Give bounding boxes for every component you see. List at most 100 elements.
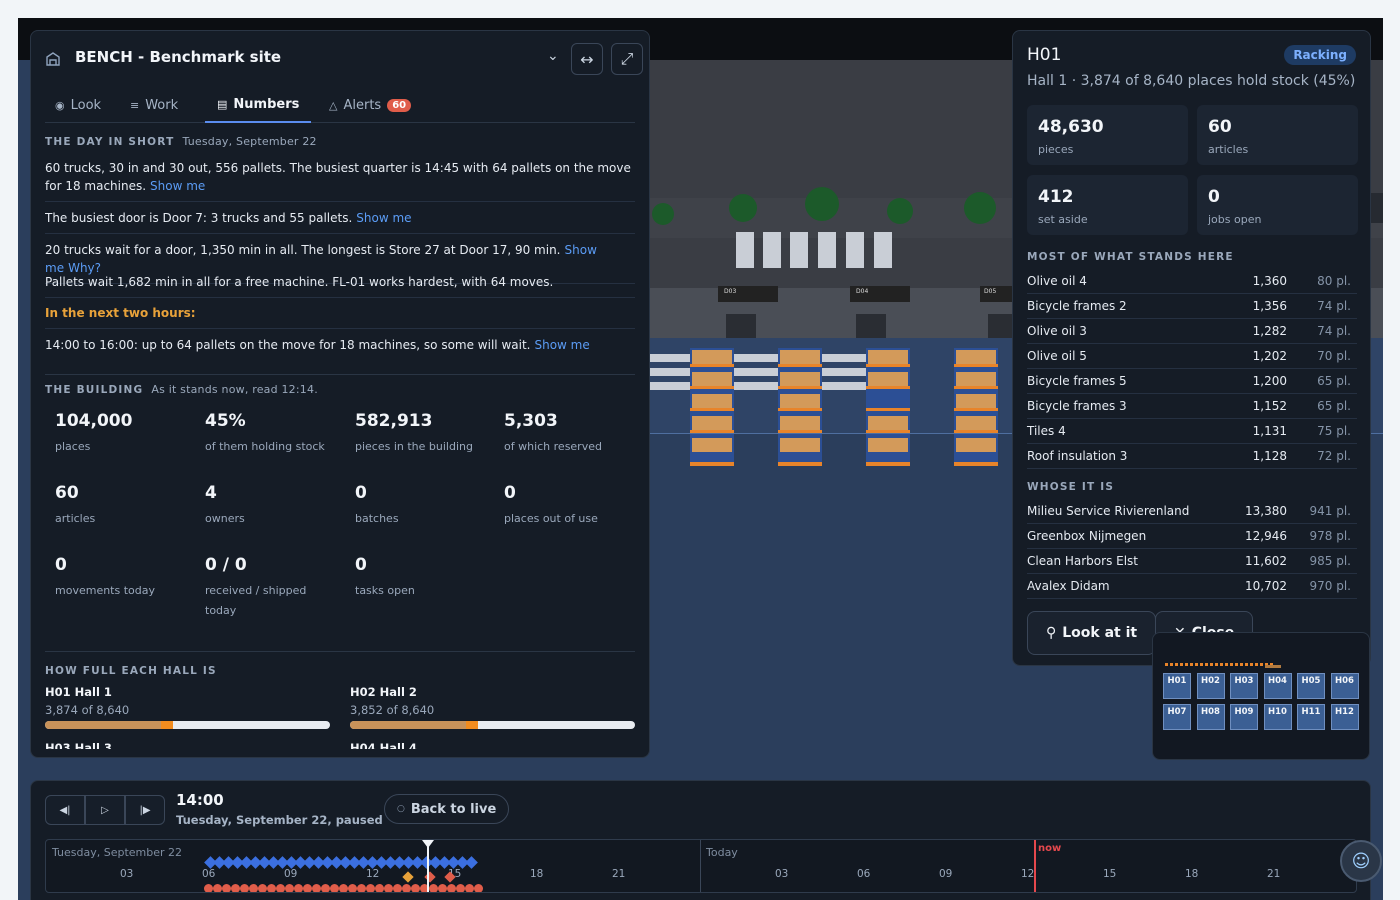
- minimap-hall-h06[interactable]: H06: [1330, 673, 1359, 699]
- tab-label: Work: [145, 97, 179, 113]
- alert-marker[interactable]: [447, 884, 456, 892]
- hall-fill-h02[interactable]: H02 Hall 2 3,852 of 8,640: [350, 685, 635, 729]
- minimap-hall-h07[interactable]: H07: [1163, 704, 1191, 730]
- alert-marker[interactable]: [357, 884, 366, 892]
- alert-marker[interactable]: [222, 884, 231, 892]
- alert-marker[interactable]: [366, 884, 375, 892]
- hall-fill-h01[interactable]: H01 Hall 1 3,874 of 8,640: [45, 685, 330, 729]
- expand-button[interactable]: ⤢: [611, 43, 643, 75]
- article-row[interactable]: Roof insulation 3 1,128 72 pl.: [1027, 444, 1357, 469]
- alert-marker[interactable]: [339, 884, 348, 892]
- hall-fill-h04[interactable]: H04 Hall 4: [350, 741, 635, 749]
- owner-row[interactable]: Avalex Didam 10,702 970 pl.: [1027, 574, 1357, 599]
- show-me-link[interactable]: Show me: [356, 211, 411, 225]
- look-at-it-button[interactable]: ⚲ Look at it: [1027, 611, 1157, 655]
- expand-icon: ⤢: [620, 49, 634, 68]
- tab-label: Numbers: [233, 96, 300, 112]
- inbound-truck-marker[interactable]: [465, 856, 478, 869]
- row-quantity: 1,356: [1252, 299, 1287, 313]
- alert-marker[interactable]: [231, 884, 240, 892]
- owner-row[interactable]: Milieu Service Rivierenland 13,380 941 pl.: [1027, 499, 1357, 524]
- article-row[interactable]: Bicycle frames 3 1,152 65 pl.: [1027, 394, 1357, 419]
- alert-marker[interactable]: [393, 884, 402, 892]
- alert-marker[interactable]: [258, 884, 267, 892]
- timeline-tick-label: 09: [284, 868, 298, 880]
- owner-row[interactable]: Greenbox Nijmegen 12,946 978 pl.: [1027, 524, 1357, 549]
- play-button[interactable]: ▷: [85, 795, 125, 825]
- alert-marker[interactable]: [330, 884, 339, 892]
- alert-marker[interactable]: [348, 884, 357, 892]
- most-heading: MOST OF WHAT STANDS HERE: [1027, 251, 1234, 263]
- minimap-hall-h02[interactable]: H02: [1196, 673, 1225, 699]
- owner-row[interactable]: Clean Harbors Elst 11,602 985 pl.: [1027, 549, 1357, 574]
- article-row[interactable]: Tiles 4 1,131 75 pl.: [1027, 419, 1357, 444]
- alert-marker[interactable]: [465, 884, 474, 892]
- skip-forward-button[interactable]: |▶: [125, 795, 165, 825]
- tab-numbers[interactable]: ▤ Numbers: [205, 87, 312, 123]
- stat-owners: 4 owners: [205, 483, 245, 525]
- assistant-bot-button[interactable]: ☺: [1340, 840, 1382, 882]
- hall-fill-h03[interactable]: H03 Hall 3: [45, 741, 330, 749]
- playhead-handle[interactable]: [422, 840, 434, 848]
- tab-alerts[interactable]: △ Alerts 60: [329, 87, 412, 123]
- alert-marker[interactable]: [375, 884, 384, 892]
- alert-marker[interactable]: [294, 884, 303, 892]
- article-row[interactable]: Olive oil 5 1,202 70 pl.: [1027, 344, 1357, 369]
- alert-marker[interactable]: [402, 884, 411, 892]
- article-row[interactable]: Bicycle frames 2 1,356 74 pl.: [1027, 294, 1357, 319]
- alert-marker[interactable]: [312, 884, 321, 892]
- article-row[interactable]: Olive oil 4 1,360 80 pl.: [1027, 269, 1357, 294]
- card-articles: 60 articles: [1197, 105, 1358, 165]
- row-name: Roof insulation 3: [1027, 449, 1128, 463]
- alert-marker[interactable]: [249, 884, 258, 892]
- panel-header: BENCH - Benchmark site ⌄ ↔ ⤢: [31, 31, 649, 87]
- alert-marker[interactable]: [276, 884, 285, 892]
- minimap-hall-h10[interactable]: H10: [1263, 704, 1292, 730]
- show-me-link[interactable]: Show me: [534, 338, 589, 352]
- skip-back-button[interactable]: ◀|: [45, 795, 85, 825]
- article-row[interactable]: Olive oil 3 1,282 74 pl.: [1027, 319, 1357, 344]
- hall-fill-bar: [350, 721, 635, 729]
- show-me-link[interactable]: Show me: [150, 179, 205, 193]
- minimap-hall-h03[interactable]: H03: [1230, 673, 1258, 699]
- article-row[interactable]: Bicycle frames 5 1,200 65 pl.: [1027, 369, 1357, 394]
- alert-marker[interactable]: [240, 884, 249, 892]
- alert-marker[interactable]: [267, 884, 276, 892]
- day-line: Pallets wait 1,682 min in all for a free…: [45, 273, 635, 298]
- tab-work[interactable]: ≡ Work: [130, 87, 178, 123]
- stat-tasks: 0 tasks open: [355, 555, 415, 597]
- minimap-dock-strip: [1165, 663, 1275, 666]
- swap-side-button[interactable]: ↔: [571, 43, 603, 75]
- event-marker[interactable]: [402, 871, 414, 883]
- alert-marker[interactable]: [456, 884, 465, 892]
- minimap-hall-h11[interactable]: H11: [1297, 704, 1325, 730]
- alert-marker[interactable]: [438, 884, 447, 892]
- row-name: Clean Harbors Elst: [1027, 554, 1139, 568]
- alert-marker[interactable]: [303, 884, 312, 892]
- alert-marker[interactable]: [213, 884, 222, 892]
- hall-detail-panel: H01 Racking Hall 1 · 3,874 of 8,640 plac…: [1012, 30, 1371, 666]
- site-dropdown-chevron-icon[interactable]: ⌄: [547, 48, 559, 64]
- alert-marker[interactable]: [321, 884, 330, 892]
- minimap-hall-h09[interactable]: H09: [1230, 704, 1258, 730]
- tab-look[interactable]: ◉ Look: [55, 87, 101, 123]
- minimap-hall-h01[interactable]: H01: [1163, 673, 1191, 699]
- alert-marker[interactable]: [285, 884, 294, 892]
- row-quantity: 1,282: [1252, 324, 1287, 338]
- row-quantity: 10,702: [1245, 579, 1287, 593]
- timeline-track[interactable]: Tuesday, September 22 Today 03 06 09 12 15 18…: [45, 839, 1357, 893]
- alert-marker[interactable]: [429, 884, 438, 892]
- minimap-hall-h12[interactable]: H12: [1330, 704, 1359, 730]
- alert-marker[interactable]: [204, 884, 213, 892]
- alert-marker[interactable]: [411, 884, 420, 892]
- app-window: D03 D04 D05 BENCH - Benchmark site ⌄ ↔ ⤢…: [18, 18, 1383, 900]
- back-to-live-button[interactable]: ○ Back to live: [384, 794, 510, 824]
- alert-marker[interactable]: [474, 884, 483, 892]
- minimap-hall-h08[interactable]: H08: [1196, 704, 1225, 730]
- hall-minimap[interactable]: H01 H02 H03 H04 H05 H06 H07 H08 H09 H10 H11 H12: [1152, 632, 1370, 760]
- row-pallets: 65 pl.: [1317, 374, 1351, 388]
- row-quantity: 1,152: [1252, 399, 1287, 413]
- minimap-hall-h05[interactable]: H05: [1297, 673, 1325, 699]
- minimap-hall-h04[interactable]: H04: [1263, 673, 1292, 699]
- alert-marker[interactable]: [384, 884, 393, 892]
